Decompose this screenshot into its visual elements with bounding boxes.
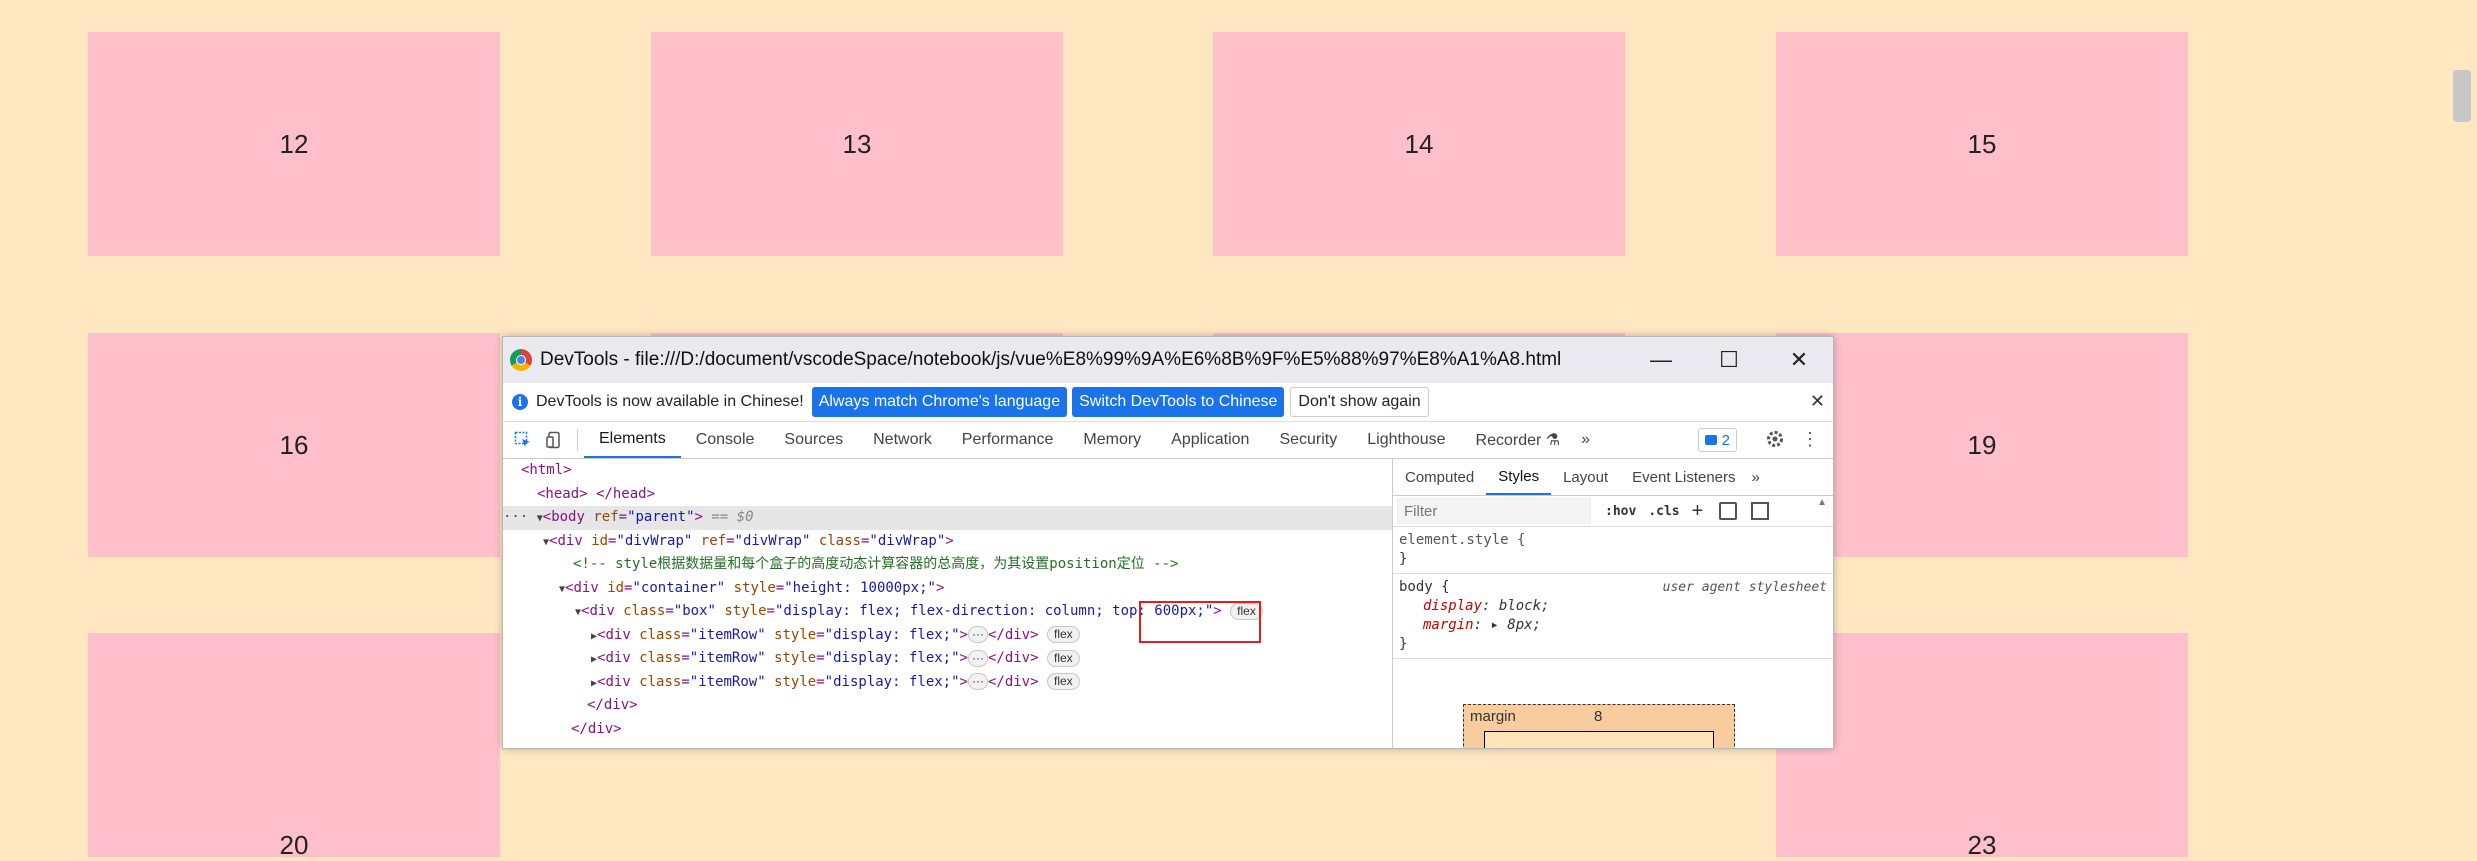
subtab-event-listeners[interactable]: Event Listeners xyxy=(1620,459,1747,495)
close-button[interactable]: ✕ xyxy=(1765,337,1833,383)
more-subtabs-icon[interactable]: » xyxy=(1748,459,1764,495)
subtab-layout[interactable]: Layout xyxy=(1551,459,1620,495)
flex-badge[interactable]: flex xyxy=(1046,649,1080,667)
tab-memory[interactable]: Memory xyxy=(1068,422,1156,458)
window-title: DevTools - file:///D:/document/vscodeSpa… xyxy=(540,349,1562,370)
devtools-window: DevTools - file:///D:/document/vscodeSpa… xyxy=(502,336,1834,749)
tab-network[interactable]: Network xyxy=(858,422,947,458)
item-number: 20 xyxy=(279,829,309,860)
tab-performance[interactable]: Performance xyxy=(947,422,1069,458)
styles-scroll-up-icon[interactable]: ▲ xyxy=(1817,497,1827,508)
computed-sidebar-icon[interactable] xyxy=(1751,502,1770,520)
switch-to-chinese-button[interactable]: Switch DevTools to Chinese xyxy=(1072,387,1285,417)
tab-application[interactable]: Application xyxy=(1156,422,1264,458)
virtual-list-item: 14 xyxy=(1213,32,1625,256)
infobar-message: DevTools is now available in Chinese! xyxy=(536,393,804,410)
always-match-language-button[interactable]: Always match Chrome's language xyxy=(811,387,1068,417)
minimize-button[interactable]: — xyxy=(1627,337,1695,383)
dont-show-again-button[interactable]: Don't show again xyxy=(1290,387,1429,417)
subtab-styles[interactable]: Styles xyxy=(1486,459,1552,495)
tab-security[interactable]: Security xyxy=(1264,422,1352,458)
language-infobar: i DevTools is now available in Chinese! … xyxy=(503,383,1833,422)
dom-node-divwrap[interactable]: ▼<div id="divWrap" ref="divWrap" class="… xyxy=(503,530,1392,554)
dom-close-div[interactable]: </div> xyxy=(503,694,1392,718)
more-options-icon[interactable]: ⋮ xyxy=(1801,430,1819,448)
message-icon xyxy=(1704,435,1717,445)
dom-comment[interactable]: <!-- style根据数据量和每个盒子的高度动态计算容器的总高度，为其设置po… xyxy=(503,553,1392,577)
flex-badge[interactable]: flex xyxy=(1046,626,1080,643)
element-style-rule: element.style { } xyxy=(1393,527,1833,574)
dom-node-html[interactable]: <html> xyxy=(503,459,1392,483)
styles-filter-input[interactable]: Filter xyxy=(1397,498,1591,524)
devtools-titlebar[interactable]: DevTools - file:///D:/document/vscodeSpa… xyxy=(503,337,1833,383)
elements-tree: <html> <head> </head> ··· ▼<body ref="pa… xyxy=(503,459,1393,748)
virtual-list-item: 23 xyxy=(1776,633,2188,860)
item-number: 15 xyxy=(1967,128,1997,159)
tab-console[interactable]: Console xyxy=(681,422,770,458)
device-toolbar-icon[interactable] xyxy=(539,422,571,458)
issues-count: 2 xyxy=(1721,431,1730,449)
infobar-close-icon[interactable]: ✕ xyxy=(1810,391,1825,412)
issues-badge[interactable]: 2 xyxy=(1697,428,1737,452)
virtual-list-item: 16 xyxy=(88,333,500,557)
virtual-list-item: 13 xyxy=(651,32,1063,256)
dom-node-head[interactable]: <head> </head> xyxy=(503,483,1392,507)
item-number: 23 xyxy=(1967,829,1997,860)
virtual-list-item: 19 xyxy=(1776,333,2188,557)
more-tabs-icon[interactable]: » xyxy=(1575,422,1596,458)
subtab-computed[interactable]: Computed xyxy=(1393,459,1486,495)
settings-gear-icon[interactable] xyxy=(1765,429,1785,454)
maximize-button[interactable]: ☐ xyxy=(1695,337,1763,383)
page-scrollbar-thumb[interactable] xyxy=(2453,70,2471,122)
annotation-highlight-box xyxy=(1139,601,1261,643)
paint-icon[interactable] xyxy=(1719,502,1738,520)
item-number: 19 xyxy=(1967,429,1997,460)
new-style-rule-icon[interactable]: + xyxy=(1692,500,1704,523)
virtual-list-item: 15 xyxy=(1776,32,2188,256)
item-number: 14 xyxy=(1404,128,1434,159)
item-number: 12 xyxy=(279,128,309,159)
styles-subtabs: Computed Styles Layout Event Listeners » xyxy=(1393,459,1833,496)
inspect-element-icon[interactable] xyxy=(507,422,539,458)
devtools-tabbar: Elements Console Sources Network Perform… xyxy=(503,422,1833,459)
dom-node-body-selected[interactable]: ··· ▼<body ref="parent"> == $0 xyxy=(503,506,1392,530)
cls-toggle[interactable]: .cls xyxy=(1648,504,1679,519)
dom-node-itemrow[interactable]: ▶<div class="itemRow" style="display: fl… xyxy=(503,671,1392,695)
dom-node-container[interactable]: ▼<div id="container" style="height: 1000… xyxy=(503,577,1392,601)
dom-node-itemrow[interactable]: ▶<div class="itemRow" style="display: fl… xyxy=(503,647,1392,671)
dom-close-div[interactable]: </div> xyxy=(503,718,1392,742)
tab-sources[interactable]: Sources xyxy=(769,422,858,458)
item-number: 16 xyxy=(279,429,309,460)
body-ua-rule: body {user agent stylesheet display: blo… xyxy=(1393,574,1833,659)
tab-recorder[interactable]: Recorder ⚗ xyxy=(1461,422,1576,458)
tab-lighthouse[interactable]: Lighthouse xyxy=(1352,422,1460,458)
virtual-list-item: 20 xyxy=(88,633,500,860)
chrome-logo-icon xyxy=(510,349,532,371)
styles-pane: Computed Styles Layout Event Listeners »… xyxy=(1393,459,1833,748)
styles-toolbar: Filter :hov .cls + xyxy=(1393,496,1833,527)
tab-elements[interactable]: Elements xyxy=(584,422,681,458)
flex-badge[interactable]: flex xyxy=(1046,673,1080,690)
info-icon: i xyxy=(512,394,528,410)
item-number: 13 xyxy=(842,128,872,159)
box-model-diagram: margin 8 xyxy=(1463,704,1735,748)
box-model-margin-label: margin xyxy=(1470,708,1516,725)
hov-toggle[interactable]: :hov xyxy=(1605,504,1636,519)
virtual-list-item: 12 xyxy=(88,32,500,256)
box-model-margin-value: 8 xyxy=(1594,708,1603,725)
